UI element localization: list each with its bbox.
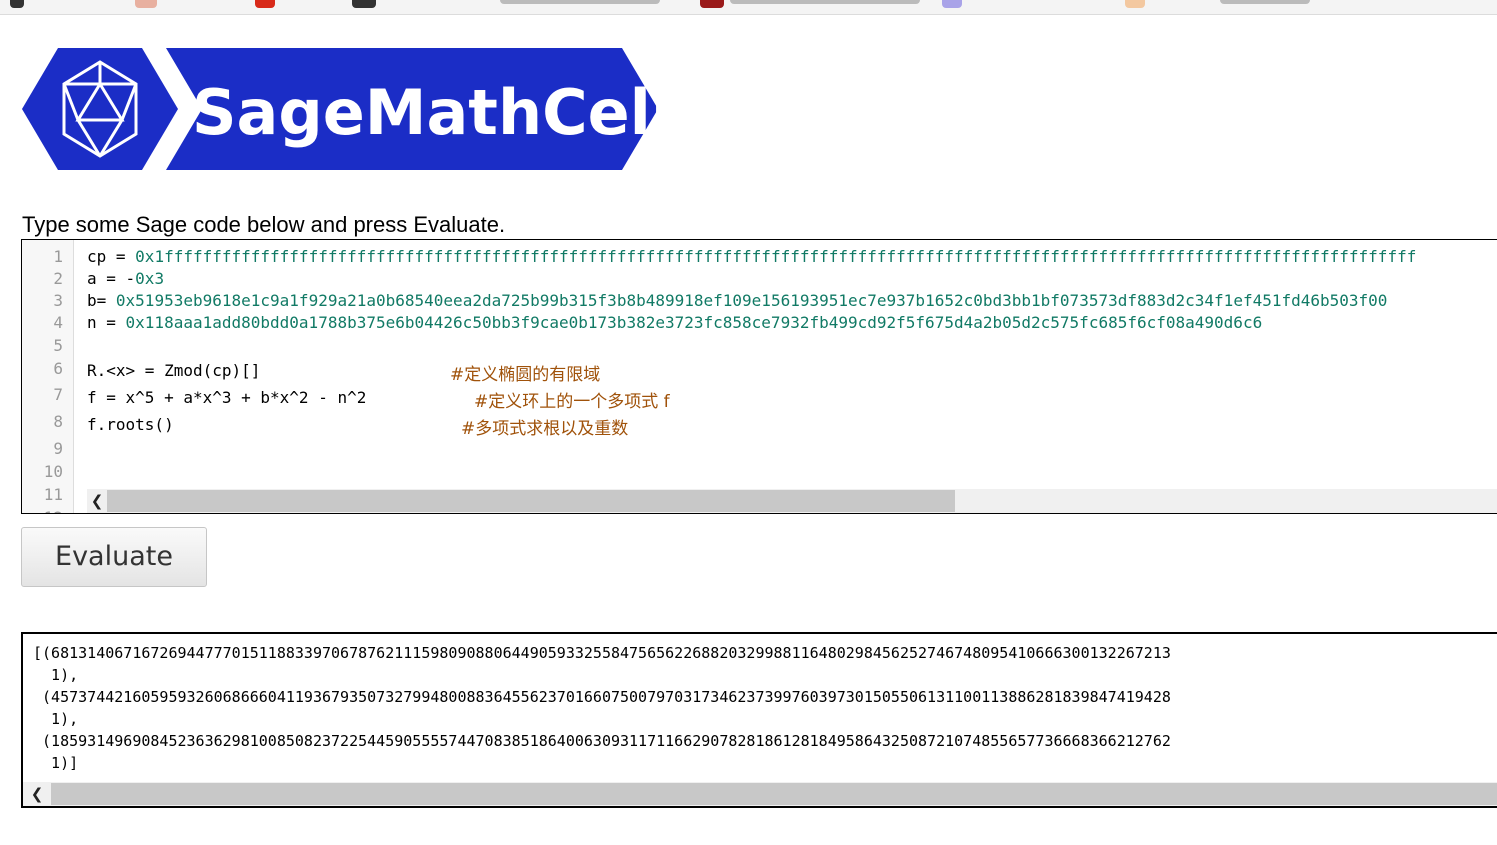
output-line: (185931496908452363629810085082372254459… (33, 732, 1171, 750)
line-number: 12 (23, 508, 63, 513)
bookmark-icon[interactable] (255, 0, 275, 8)
bookmark-icon[interactable] (1125, 0, 1145, 8)
scroll-left-icon[interactable]: ❮ (23, 782, 51, 806)
evaluate-button[interactable]: Evaluate (21, 527, 207, 587)
code-line[interactable]: b= 0x51953eb9618e1c9a1f929a21a0b68540eea… (87, 291, 1387, 310)
line-number: 7 (53, 385, 63, 404)
browser-bookmarks-bar (0, 0, 1497, 15)
bookmark-icon[interactable] (942, 0, 962, 8)
line-number: 11 (43, 485, 63, 504)
line-number: 4 (53, 313, 63, 332)
line-number: 1 (53, 247, 63, 266)
instructions-text: Type some Sage code below and press Eval… (22, 212, 506, 237)
code-editor[interactable]: 1 2 3 4 5 6 7 8 9 10 11 12 cp = 0x1fffff… (21, 239, 1497, 514)
code-comment: #定义椭圆的有限域 (450, 365, 601, 385)
code-text: R.<x> = Zmod(cp)[] (87, 361, 261, 380)
code-comment: #定义环上的一个多项式 f (474, 392, 670, 412)
code-line[interactable]: f.roots() (87, 415, 174, 434)
bookmark-icon[interactable] (352, 0, 376, 8)
number-literal: 0x51953eb9618e1c9a1f929a21a0b68540eea2da… (115, 291, 1388, 310)
code-line[interactable]: f = x^5 + a*x^3 + b*x^2 - n^2 (87, 388, 366, 407)
bookmark-icon[interactable] (700, 0, 724, 8)
logo-text: SageMathCell (192, 76, 658, 149)
code-text: b= (87, 291, 116, 310)
code-text: a = - (87, 269, 136, 288)
line-number: 5 (53, 336, 63, 355)
output-line: (457374421605959326068666041193679350732… (33, 688, 1171, 706)
sagemathcell-logo: SageMathCell (22, 48, 672, 170)
scrollbar-thumb[interactable] (107, 490, 955, 512)
output-line: [(68131406716726944777015118833970678762… (33, 644, 1171, 662)
code-text: cp = (87, 247, 136, 266)
bookmark-icon[interactable] (10, 0, 24, 8)
code-text: f = x^5 + a*x^3 + b*x^2 - n^2 (87, 388, 367, 407)
code-line[interactable]: a = -0x3 (87, 269, 164, 288)
editor-horizontal-scrollbar[interactable]: ❮ (87, 489, 1497, 513)
bookmark-icon[interactable] (500, 0, 660, 4)
line-number-gutter: 1 2 3 4 5 6 7 8 9 10 11 12 (22, 240, 74, 513)
output-horizontal-scrollbar[interactable]: ❮ (23, 782, 1497, 806)
bookmark-icon[interactable] (730, 0, 920, 4)
bookmark-icon[interactable] (1220, 0, 1310, 4)
line-number: 8 (53, 412, 63, 431)
code-line[interactable]: n = 0x118aaa1add80bdd0a1788b375e6b04426c… (87, 313, 1262, 332)
bookmark-icon[interactable] (135, 0, 157, 8)
scrollbar-thumb[interactable] (51, 783, 1497, 805)
code-line[interactable]: cp = 0x1ffffffffffffffffffffffffffffffff… (87, 247, 1416, 266)
code-line[interactable]: R.<x> = Zmod(cp)[] (87, 361, 260, 380)
number-literal: 0x1fffffffffffffffffffffffffffffffffffff… (135, 247, 1417, 266)
code-text: n = (87, 313, 126, 332)
output-line: 1), (33, 666, 79, 684)
output-line: 1), (33, 710, 79, 728)
line-number: 9 (53, 439, 63, 458)
output-panel: [(68131406716726944777015118833970678762… (21, 632, 1497, 808)
number-literal: 0x118aaa1add80bdd0a1788b375e6b04426c50bb… (125, 313, 1263, 332)
line-number: 2 (53, 269, 63, 288)
line-number: 10 (43, 462, 63, 481)
line-number: 3 (53, 291, 63, 310)
code-comment: #多项式求根以及重数 (461, 419, 629, 439)
code-text: f.roots() (87, 415, 174, 434)
output-line: 1)] (33, 754, 79, 772)
number-literal: 0x3 (135, 269, 165, 288)
line-number: 6 (53, 359, 63, 378)
scroll-left-icon[interactable]: ❮ (87, 489, 107, 513)
